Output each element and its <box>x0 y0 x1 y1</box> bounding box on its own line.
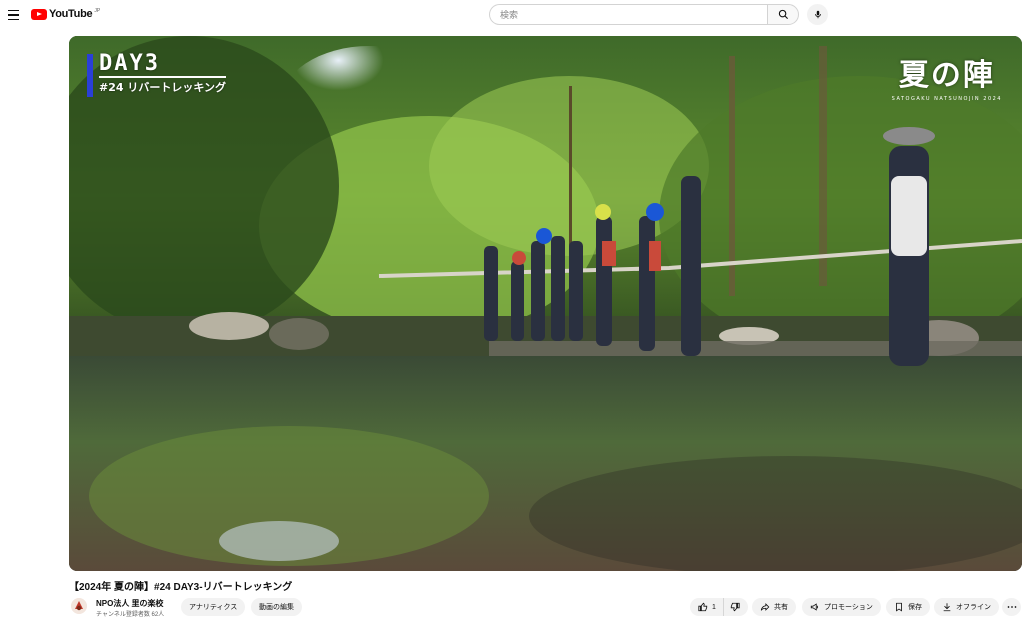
download-button[interactable]: オフライン <box>934 598 999 616</box>
menu-icon[interactable] <box>6 7 22 23</box>
mic-icon <box>814 10 821 19</box>
day-overlay: DAY3 #24 リバートレッキング <box>87 51 227 97</box>
promote-button[interactable]: プロモーション <box>802 598 881 616</box>
day-label: DAY3 <box>99 51 160 76</box>
thumbs-up-icon <box>698 602 708 612</box>
share-icon <box>760 603 770 611</box>
save-button[interactable]: 保存 <box>886 598 930 616</box>
edit-video-label: 動画の編集 <box>259 604 294 611</box>
brand-subtitle: SATOGAKU NATSUNOJIN 2024 <box>891 96 1002 102</box>
megaphone-icon <box>810 603 819 611</box>
thumbs-down-icon <box>730 602 740 612</box>
channel-logo-icon <box>71 598 87 614</box>
play-logo-icon <box>31 8 47 20</box>
masthead: YouTube JP <box>0 0 1024 30</box>
share-label: 共有 <box>774 604 788 611</box>
video-player[interactable]: DAY3 #24 リバートレッキング 夏の陣 SATOGAKU NATSUNOJ… <box>69 36 1022 571</box>
search-input[interactable] <box>489 4 767 25</box>
like-button[interactable]: 1 <box>690 598 724 616</box>
brand-overlay: 夏の陣 SATOGAKU NATSUNOJIN 2024 <box>892 50 1002 102</box>
channel-avatar[interactable] <box>71 598 87 614</box>
search-button[interactable] <box>767 4 799 25</box>
search-bar <box>489 4 828 25</box>
promote-label: プロモーション <box>824 604 873 611</box>
like-dislike-group: 1 <box>690 598 748 616</box>
voice-search-button[interactable] <box>807 4 828 25</box>
like-count: 1 <box>712 603 716 611</box>
logo-text: YouTube <box>49 8 93 20</box>
download-label: オフライン <box>956 604 991 611</box>
subscriber-count: チャンネル登録者数 62人 <box>96 612 165 618</box>
video-actions-row: NPO法人 里の楽校 チャンネル登録者数 62人 アナリティクス 動画の編集 1… <box>69 596 1022 618</box>
share-button[interactable]: 共有 <box>752 598 796 616</box>
edit-video-button[interactable]: 動画の編集 <box>251 598 302 616</box>
episode-label: #24 リバートレッキング <box>99 76 227 97</box>
day-accent-bar <box>87 54 93 97</box>
more-horizontal-icon <box>1007 606 1016 608</box>
bookmark-icon <box>896 602 902 612</box>
video-title: 【2024年 夏の陣】#24 DAY3-リバートレッキング <box>69 582 293 593</box>
brand-title: 夏の陣 <box>898 58 995 93</box>
more-actions-button[interactable] <box>1002 598 1021 616</box>
dislike-button[interactable] <box>724 598 748 616</box>
save-label: 保存 <box>908 604 922 611</box>
analytics-label: アナリティクス <box>189 604 238 611</box>
logo-country-code: JP <box>94 8 101 14</box>
search-icon <box>778 9 788 20</box>
youtube-logo[interactable]: YouTube JP <box>31 8 100 20</box>
analytics-button[interactable]: アナリティクス <box>181 598 246 616</box>
video-frame <box>69 36 1022 571</box>
download-icon <box>943 603 951 612</box>
channel-name[interactable]: NPO法人 里の楽校 <box>96 598 164 609</box>
